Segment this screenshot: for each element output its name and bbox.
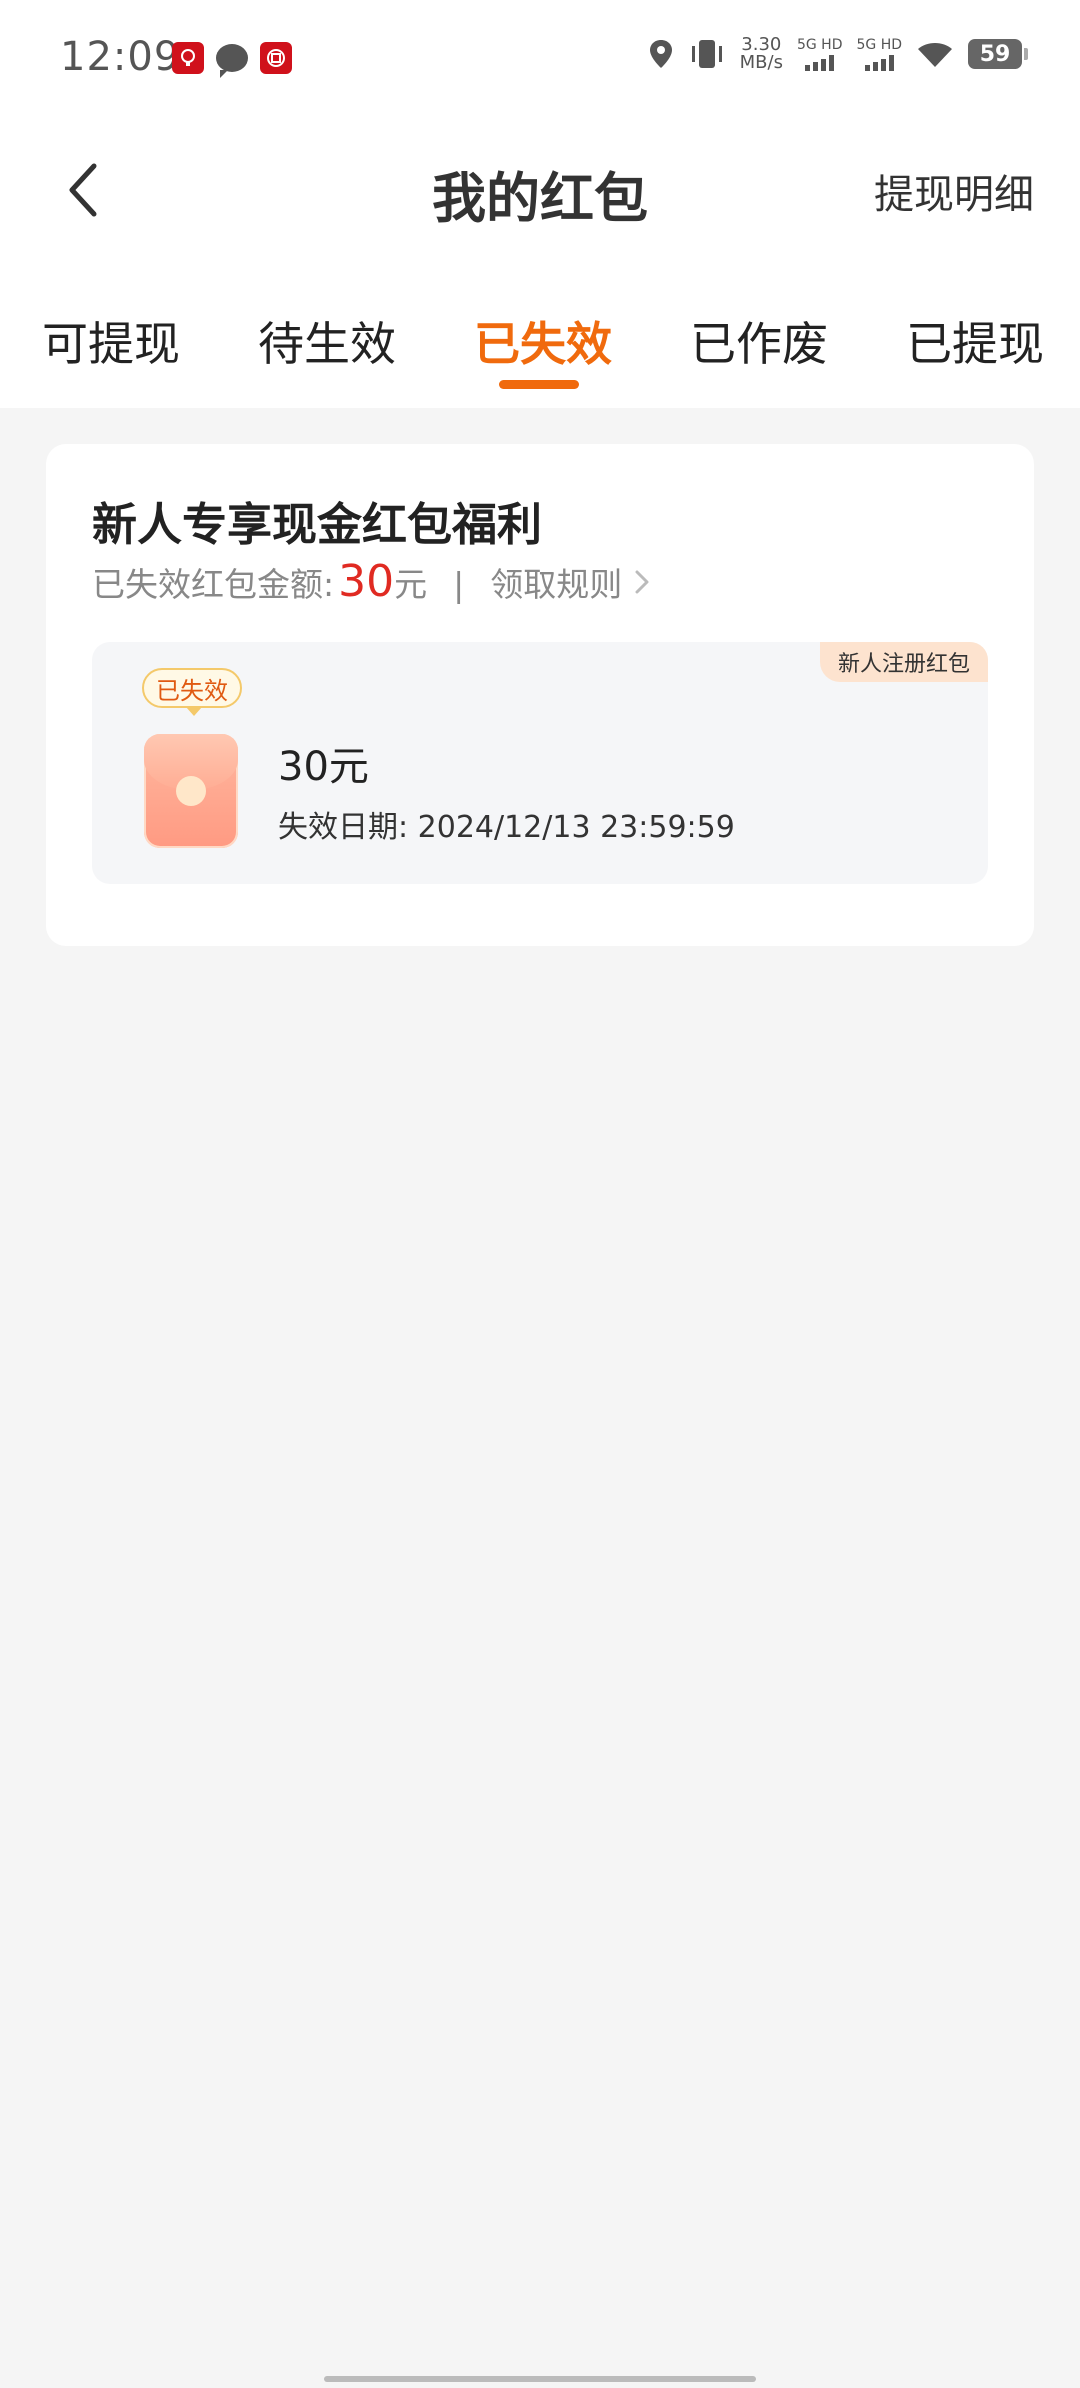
nav-bar: 我的红包 提现明细 [0,130,1080,250]
red-packet-card: 新人专享现金红包福利 已失效红包金额: 30 元 | 领取规则 新人注册红包 已… [46,444,1034,946]
coupon-amount: 30元 [278,744,369,790]
expired-amount-label: 已失效红包金额: [92,565,335,604]
coupon-item[interactable]: 新人注册红包 已失效 30元 失效日期: 2024/12/13 23:59:59 [92,642,988,884]
coupon-status-badge: 已失效 [142,668,242,716]
envelope-seal [176,776,206,806]
tab-withdrawn[interactable]: 已提现 [906,308,1044,374]
notification-icons [172,42,292,78]
chevron-right-icon [635,570,649,594]
divider: | [453,565,465,604]
signal-1-label: 5G HD [796,37,843,53]
bank-app-icon [260,42,292,74]
coupon-type-tag: 新人注册红包 [819,642,988,682]
tab-voided[interactable]: 已作废 [690,308,828,374]
battery-icon: 59 [968,39,1028,69]
status-bar: 12:09 3.30 MB/s 5G HD 5G HD 59 [0,0,1080,118]
expired-amount-row: 已失效红包金额: 30 元 | 领取规则 [92,556,654,607]
signal-2-label: 5G HD [856,37,902,53]
network-speed: 3.30 MB/s [740,36,783,72]
railway-logo-icon [181,49,195,66]
expired-amount-value: 30 [338,556,395,607]
expired-amount-unit: 元 [394,565,428,604]
rules-link[interactable]: 领取规则 [490,558,654,606]
battery-level: 59 [979,41,1011,67]
active-tab-indicator [499,380,579,389]
tab-pending[interactable]: 待生效 [258,308,396,374]
signal-bars-icon [805,55,835,71]
signal-bars-icon [864,55,894,71]
status-right: 3.30 MB/s 5G HD 5G HD 59 [648,36,1028,72]
red-envelope-icon [144,734,238,848]
card-title: 新人专享现金红包福利 [92,498,543,551]
tab-withdrawable[interactable]: 可提现 [42,308,180,374]
bank-logo-icon [267,49,285,67]
status-time: 12:09 [60,34,181,80]
home-indicator[interactable] [324,2376,756,2382]
message-icon [216,44,248,78]
signal-1: 5G HD [796,37,843,71]
wifi-icon [918,43,952,67]
speed-unit: MB/s [739,52,783,73]
app-notification-icon [172,42,204,74]
coupon-expire-date: 失效日期: 2024/12/13 23:59:59 [278,810,735,845]
withdraw-details-link[interactable]: 提现明细 [874,162,1034,220]
signal-2: 5G HD [856,37,902,71]
location-icon [649,40,672,68]
rules-link-label: 领取规则 [490,565,623,604]
tab-expired[interactable]: 已失效 [474,308,612,374]
tab-bar: 可提现 待生效 已失效 已作废 已提现 [0,300,1080,400]
vibrate-icon [691,40,722,68]
